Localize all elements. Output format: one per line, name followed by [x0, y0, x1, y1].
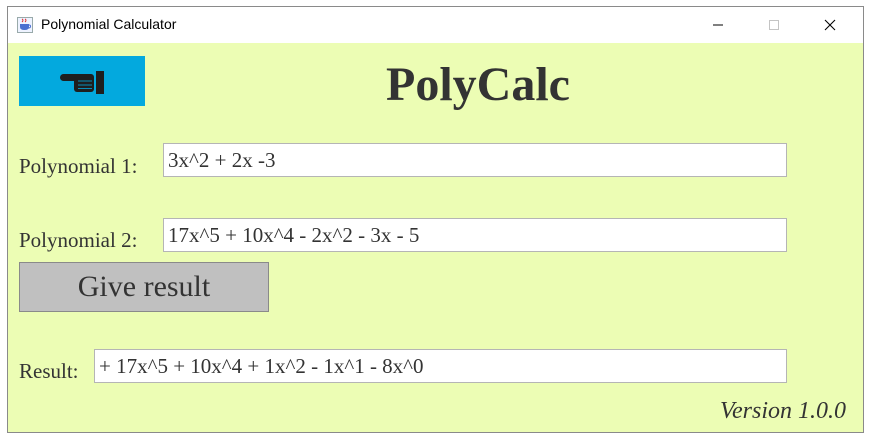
polynomial-1-input[interactable]: [163, 143, 787, 177]
title-bar[interactable]: Polynomial Calculator: [8, 7, 863, 43]
minimize-button[interactable]: [695, 7, 741, 43]
app-window: Polynomial Calculator PolyCalc Polynomia…: [7, 6, 864, 433]
pointing-hand-icon: [60, 71, 104, 94]
polynomial-2-input[interactable]: [163, 218, 787, 252]
main-panel: PolyCalc Polynomial 1: Polynomial 2: Giv…: [8, 43, 863, 432]
version-label: Version 1.0.0: [720, 398, 846, 424]
maximize-icon: [769, 20, 779, 30]
close-icon: [824, 19, 836, 31]
app-heading: PolyCalc: [386, 58, 570, 111]
java-app-icon: [17, 17, 33, 33]
result-label: Result:: [19, 359, 79, 383]
window-title: Polynomial Calculator: [41, 16, 177, 32]
back-button[interactable]: [19, 56, 145, 106]
result-output-field[interactable]: [94, 349, 787, 383]
maximize-button[interactable]: [751, 7, 797, 43]
give-result-button[interactable]: Give result: [19, 262, 269, 312]
polynomial-2-label: Polynomial 2:: [19, 228, 138, 252]
minimize-icon: [713, 24, 723, 26]
close-button[interactable]: [807, 7, 853, 43]
polynomial-1-label: Polynomial 1:: [19, 154, 138, 178]
